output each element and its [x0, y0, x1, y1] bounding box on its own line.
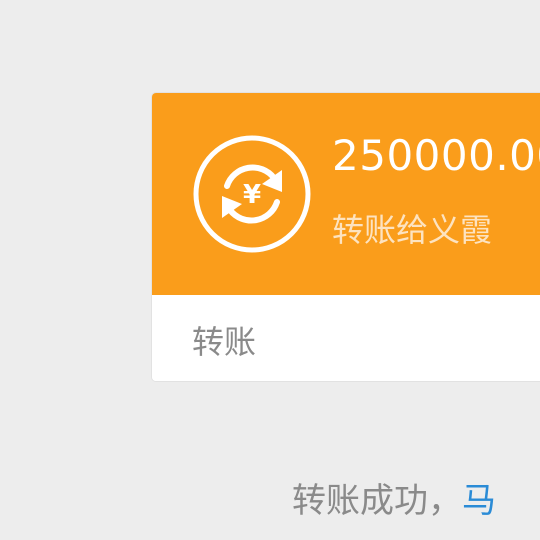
transfer-type-label: 转账: [192, 323, 257, 361]
system-message: 转账成功，马: [292, 473, 496, 522]
transfer-card[interactable]: ¥ 250000.00 转账给义霞 转账: [152, 93, 540, 381]
svg-text:¥: ¥: [243, 180, 261, 210]
transfer-card-footer: 转账: [152, 295, 540, 381]
system-message-text: 转账成功，: [292, 481, 462, 521]
chat-view: ¥ 250000.00 转账给义霞 转账 转账成功，马: [0, 0, 540, 540]
transfer-description: 转账给义霞: [332, 211, 493, 249]
transfer-card-header: ¥ 250000.00 转账给义霞: [152, 93, 540, 295]
system-message-link[interactable]: 马: [462, 481, 496, 521]
transfer-amount: 250000.00: [332, 131, 540, 180]
yuan-transfer-icon: ¥: [193, 135, 311, 253]
